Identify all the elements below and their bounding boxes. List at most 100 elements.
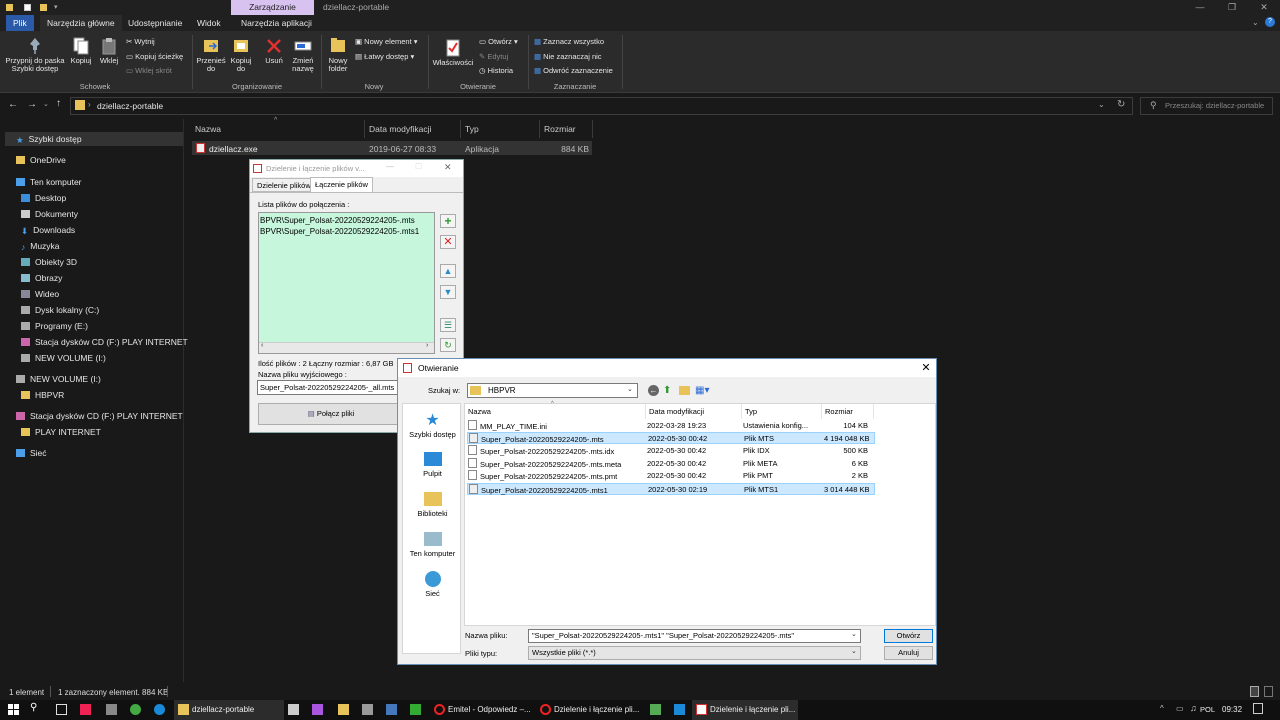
join-files-button[interactable]: ▤ Połącz pliki	[258, 403, 404, 425]
invert-selection-button[interactable]: ▦ Odwróć zaznaczenie	[534, 66, 613, 75]
chevron-down-icon[interactable]: ⌄	[851, 630, 857, 638]
nav-desktop[interactable]: Desktop	[21, 193, 66, 203]
move-down-button[interactable]: ▼	[440, 285, 456, 299]
open-dialog-close-button[interactable]: ✕	[916, 359, 936, 377]
recent-locations-icon[interactable]: ⌄	[43, 100, 49, 108]
pinned-app-icon[interactable]	[80, 704, 91, 715]
list-item[interactable]: BPVR\Super_Polsat-20220529224205-.mts1	[260, 226, 433, 237]
taskbar-app-opera-mail[interactable]: Emitel - Odpowiedz –...	[430, 700, 531, 720]
nav-cd-drive[interactable]: Stacja dysków CD (F:) PLAY INTERNET	[16, 411, 183, 421]
copy-button[interactable]: Kopiuj	[68, 37, 94, 65]
chrome-icon[interactable]	[130, 704, 141, 715]
nav-music[interactable]: ♪ Muzyka	[21, 241, 60, 252]
pinned-app-icon[interactable]	[312, 704, 323, 715]
splitter-close-button[interactable]: ✕	[444, 162, 452, 173]
tab-split-files[interactable]: Dzielenie plików	[252, 178, 316, 192]
taskbar-app-opera-splitter[interactable]: Dzielenie i łączenie pli...	[536, 700, 640, 720]
tab-file[interactable]: Plik	[6, 15, 34, 31]
nav-pictures[interactable]: Obrazy	[21, 273, 62, 283]
task-view-icon[interactable]	[56, 704, 67, 715]
nav-quick-access[interactable]: ★ Szybki dostęp	[16, 134, 82, 145]
table-row[interactable]: Super_Polsat-20220529224205-.mts1 2022-0…	[467, 483, 875, 495]
pinned-app-icon[interactable]	[288, 704, 299, 715]
sort-list-button[interactable]: ☰	[440, 318, 456, 332]
easy-access-button[interactable]: ▤ Łatwy dostęp ▾	[355, 52, 414, 61]
taskbar-app-explorer[interactable]: dziellacz-portable	[174, 700, 284, 720]
column-header-date[interactable]: Data modyfikacji	[365, 120, 461, 138]
place-desktop[interactable]: Pulpit	[403, 450, 462, 478]
network-tray-icon[interactable]: ▭	[1176, 704, 1184, 713]
up-arrow-icon[interactable]: ↑	[56, 98, 61, 109]
details-view-icon[interactable]	[1250, 686, 1259, 697]
remove-file-button[interactable]: ✕	[440, 235, 456, 249]
ribbon-collapse-icon[interactable]: ⌄	[1252, 18, 1259, 27]
paste-button[interactable]: Wklej	[96, 37, 122, 65]
refresh-icon[interactable]: ↻	[1117, 99, 1125, 110]
nav-downloads[interactable]: ⬇ Downloads	[21, 225, 75, 236]
column-header-type[interactable]: Typ	[461, 120, 540, 138]
filename-input[interactable]: "Super_Polsat-20220529224205-.mts1" "Sup…	[528, 629, 861, 643]
output-filename-input[interactable]: Super_Polsat-20220529224205-_all.mts	[257, 380, 403, 395]
nav-this-pc[interactable]: Ten komputer	[16, 177, 82, 187]
pinned-app-icon[interactable]	[410, 704, 421, 715]
place-this-pc[interactable]: Ten komputer	[403, 530, 462, 558]
column-header-size[interactable]: Rozmiar	[540, 120, 593, 138]
clock[interactable]: 09:32	[1222, 705, 1242, 714]
new-folder-quick-icon[interactable]	[40, 4, 47, 11]
notifications-icon[interactable]	[1253, 703, 1263, 714]
cut-button[interactable]: ✂ Wytnij	[126, 37, 155, 46]
tab-view[interactable]: Widok	[190, 15, 228, 31]
properties-button[interactable]: Właściwości	[431, 37, 475, 67]
column-header-name[interactable]: Nazwa	[465, 404, 646, 419]
refresh-list-button[interactable]: ↻	[440, 338, 456, 352]
splitter-minimize-button[interactable]: —	[386, 162, 394, 171]
scroll-left-icon[interactable]: ‹	[261, 342, 263, 349]
start-button[interactable]	[8, 704, 19, 715]
pinned-app-icon[interactable]	[650, 704, 661, 715]
tab-home[interactable]: Narzędzia główne	[40, 15, 122, 31]
nav-hbpvr[interactable]: HBPVR	[21, 390, 64, 400]
column-header-date[interactable]: Data modyfikacji	[646, 404, 742, 419]
add-file-button[interactable]: +	[440, 214, 456, 228]
new-folder-icon[interactable]	[679, 386, 690, 395]
volume-icon[interactable]: ♫	[1190, 703, 1197, 713]
back-arrow-icon[interactable]: ←	[8, 99, 18, 110]
nav-onedrive[interactable]: OneDrive	[16, 155, 66, 165]
column-header-name[interactable]: Nazwa	[191, 120, 365, 138]
place-quick-access[interactable]: ★ Szybki dostęp	[403, 410, 462, 439]
properties-quick-icon[interactable]	[24, 4, 31, 11]
large-icons-view-icon[interactable]	[1264, 686, 1273, 697]
pinned-app-icon[interactable]	[674, 704, 685, 715]
tab-join-files[interactable]: Łączenie plików	[310, 177, 373, 193]
view-menu-icon[interactable]: ▦▾	[695, 385, 709, 396]
copy-path-button[interactable]: ▭ Kopiuj ścieżkę	[126, 52, 183, 61]
forward-arrow-icon[interactable]: →	[27, 99, 37, 110]
nav-drive-f[interactable]: Stacja dysków CD (F:) PLAY INTERNET	[21, 337, 188, 347]
place-network[interactable]: Sieć	[403, 570, 462, 598]
delete-button[interactable]: Usuń	[261, 37, 287, 65]
breadcrumb-current[interactable]: dziellacz-portable	[97, 101, 163, 111]
context-tab-manage[interactable]: Zarządzanie	[231, 0, 314, 15]
tray-overflow-icon[interactable]: ^	[1160, 704, 1164, 713]
tab-share[interactable]: Udostępnianie	[121, 15, 189, 31]
search-icon[interactable]: ⚲	[30, 702, 37, 713]
help-icon[interactable]: ?	[1265, 17, 1275, 27]
address-input[interactable]	[70, 97, 1133, 115]
move-to-button[interactable]: Przenieś do	[196, 37, 226, 73]
table-row[interactable]: Super_Polsat-20220529224205-.mts 2022-05…	[467, 432, 875, 444]
back-icon[interactable]: ←	[648, 385, 659, 396]
nav-new-volume[interactable]: NEW VOLUME (I:)	[16, 374, 101, 384]
move-up-button[interactable]: ▲	[440, 264, 456, 278]
nav-documents[interactable]: Dokumenty	[21, 209, 78, 219]
table-row[interactable]: Super_Polsat-20220529224205-.mts.idx 202…	[467, 445, 875, 457]
new-folder-button[interactable]: Nowy folder	[324, 37, 352, 73]
edit-button[interactable]: ✎ Edytuj	[479, 52, 508, 61]
history-button[interactable]: ◷ Historia	[479, 66, 513, 75]
nav-play-internet[interactable]: PLAY INTERNET	[21, 427, 101, 437]
language-indicator[interactable]: POL	[1200, 705, 1215, 714]
pin-quick-access-button[interactable]: Przypnij do paska Szybki dostęp	[4, 37, 66, 73]
nav-videos[interactable]: Wideo	[21, 289, 59, 299]
column-header-size[interactable]: Rozmiar	[822, 404, 874, 419]
maximize-button[interactable]: ❐	[1216, 0, 1248, 15]
open-button[interactable]: Otwórz	[884, 629, 933, 643]
